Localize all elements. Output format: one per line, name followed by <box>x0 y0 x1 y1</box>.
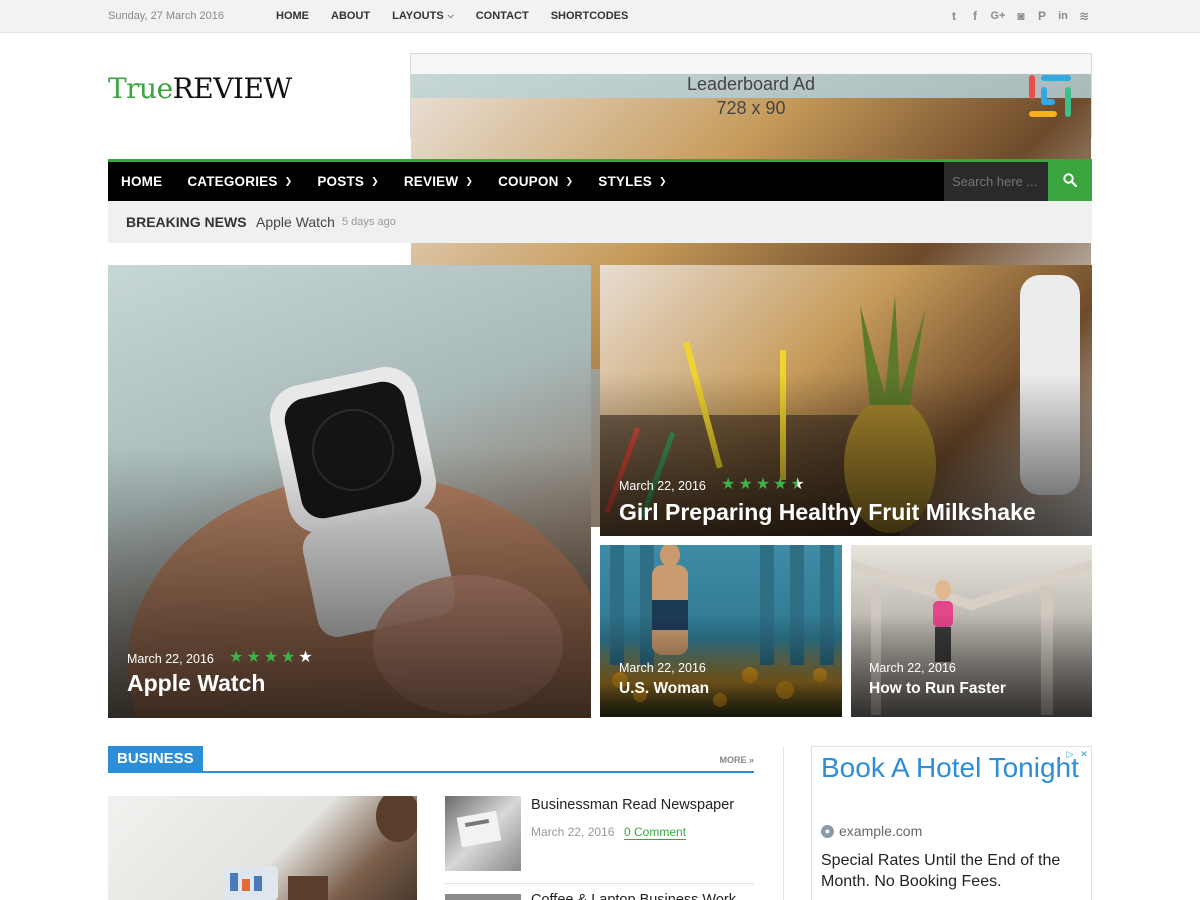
nav-posts-label: POSTS <box>317 174 365 189</box>
top-nav-layouts-label: LAYOUTS <box>392 10 444 22</box>
section-label[interactable]: BUSINESS <box>108 746 203 771</box>
business-laptop-image <box>223 796 417 900</box>
site-logo[interactable]: TrueREVIEW <box>108 72 292 105</box>
sidebar-ad[interactable]: ▷ ✕ Book A Hotel Tonight ● example.com S… <box>811 746 1092 900</box>
top-nav: HOME ABOUT LAYOUTS ⌵ CONTACT SHORTCODES <box>276 10 650 22</box>
search-input[interactable] <box>944 162 1048 201</box>
featured-post-us-woman[interactable]: March 22, 2016 U.S. Woman <box>600 545 842 717</box>
nav-coupon[interactable]: COUPON ❯ <box>485 174 585 189</box>
post-title[interactable]: U.S. Woman <box>619 680 709 698</box>
business-feature-image[interactable] <box>108 796 417 900</box>
nav-styles-label: STYLES <box>598 174 652 189</box>
twitter-icon[interactable]: t <box>948 8 960 24</box>
featured-post-apple-watch[interactable]: March 22, 2016 ★ ★ ★ ★ ★ Apple Watch <box>108 265 591 718</box>
post-date: March 22, 2016 <box>127 652 214 666</box>
chevron-down-icon: ❯ <box>465 176 474 186</box>
top-nav-shortcodes-label: SHORTCODES <box>550 10 629 22</box>
post-title[interactable]: Girl Preparing Healthy Fruit Milkshake <box>619 499 1036 526</box>
top-nav-about-label: ABOUT <box>331 10 371 22</box>
post-date: March 22, 2016 <box>531 825 615 839</box>
top-nav-contact[interactable]: CONTACT <box>476 10 529 22</box>
rating-stars: ★ ★ ★ ★ ★ <box>229 650 313 666</box>
post-thumbnail-newspaper[interactable] <box>445 796 521 871</box>
featured-post-run-faster[interactable]: March 22, 2016 How to Run Faster <box>851 545 1092 717</box>
rating-stars: ★ ★ ★ ★ ★ <box>721 477 805 493</box>
star-filled-icon: ★ <box>721 476 736 493</box>
top-nav-home-label: HOME <box>276 10 309 22</box>
leaderboard-ad[interactable]: Leaderboard Ad 728 x 90 <box>410 53 1092 527</box>
star-filled-icon: ★ <box>229 649 244 666</box>
post-title[interactable]: How to Run Faster <box>869 680 1006 698</box>
ad-headline[interactable]: Book A Hotel Tonight <box>821 753 1079 783</box>
post-date: March 22, 2016 <box>869 661 956 675</box>
search-button[interactable] <box>1048 159 1092 201</box>
post-date: March 22, 2016 <box>619 661 706 675</box>
sidebar-divider <box>783 746 784 900</box>
post-title-link[interactable]: Coffee & Laptop Business Work <box>531 892 754 900</box>
ad-brand-logo-icon <box>1029 75 1071 117</box>
close-icon[interactable]: ✕ <box>1077 747 1091 761</box>
nav-home[interactable]: HOME <box>108 174 174 189</box>
breaking-news-label: BREAKING NEWS <box>126 214 247 230</box>
post-date: March 22, 2016 <box>619 479 706 493</box>
chevron-down-icon: ❯ <box>284 176 293 186</box>
nav-home-label: HOME <box>121 174 163 189</box>
nav-review-label: REVIEW <box>403 174 459 189</box>
star-filled-icon: ★ <box>246 649 261 666</box>
chevron-down-icon: ❯ <box>565 176 574 186</box>
top-bar: Sunday, 27 March 2016 HOME ABOUT LAYOUTS… <box>0 0 1200 33</box>
social-links: t f G+ ◙ P in ≋ <box>948 8 1090 24</box>
nav-review[interactable]: REVIEW ❯ <box>391 174 485 189</box>
nav-posts[interactable]: POSTS ❯ <box>304 174 391 189</box>
list-divider <box>445 883 754 884</box>
ad-description: Special Rates Until the End of the Month… <box>821 852 1061 890</box>
top-nav-layouts[interactable]: LAYOUTS ⌵ <box>392 10 454 22</box>
star-filled-icon: ★ <box>755 476 771 493</box>
chevron-down-icon: ⌵ <box>447 11 454 20</box>
top-nav-home[interactable]: HOME <box>276 10 309 22</box>
nav-categories[interactable]: CATEGORIES ❯ <box>174 174 304 189</box>
post-title-text: Coffee & Laptop Business Work <box>531 892 736 900</box>
post-title[interactable]: Apple Watch <box>127 670 265 697</box>
chevron-down-icon: ❯ <box>371 176 379 186</box>
ad-url[interactable]: ● example.com <box>821 823 922 839</box>
google-plus-icon[interactable]: G+ <box>990 8 1006 24</box>
nav-styles[interactable]: STYLES ❯ <box>585 174 678 189</box>
main-nav: HOME CATEGORIES ❯ POSTS ❯ REVIEW ❯ COUPON ❯ … <box>108 159 1092 201</box>
comment-count-link[interactable]: 0 Comment <box>624 825 687 840</box>
newspaper-image <box>456 810 502 848</box>
logo-part-true: True <box>108 72 173 105</box>
more-link[interactable]: MORE » <box>719 755 754 765</box>
breaking-news-bar: BREAKING NEWS Apple Watch 5 days ago <box>108 201 1092 243</box>
featured-post-milkshake[interactable]: March 22, 2016 ★ ★ ★ ★ ★ Girl Preparing … <box>600 265 1092 536</box>
top-nav-about[interactable]: ABOUT <box>331 10 370 22</box>
post-title-link[interactable]: Businessman Read Newspaper <box>531 797 734 813</box>
globe-icon: ● <box>821 824 834 838</box>
star-filled-icon: ★ <box>281 649 296 666</box>
star-empty-icon: ★ <box>298 649 313 666</box>
breaking-news-link[interactable]: Apple Watch <box>256 214 335 230</box>
ad-url-text: example.com <box>839 823 923 839</box>
top-nav-shortcodes[interactable]: SHORTCODES <box>551 10 629 22</box>
instagram-icon[interactable]: ◙ <box>1015 8 1027 24</box>
pinterest-icon[interactable]: P <box>1036 8 1048 24</box>
business-section-header: BUSINESS MORE » <box>108 746 754 773</box>
breaking-news-time: 5 days ago <box>342 216 396 228</box>
rss-icon[interactable]: ≋ <box>1078 8 1090 24</box>
current-date: Sunday, 27 March 2016 <box>108 10 224 22</box>
linkedin-icon[interactable]: in <box>1057 8 1069 24</box>
nav-coupon-label: COUPON <box>498 174 559 189</box>
star-filled-icon: ★ <box>738 476 753 493</box>
post-thumbnail-coffee[interactable] <box>445 894 521 900</box>
facebook-icon[interactable]: f <box>969 8 981 24</box>
top-nav-contact-label: CONTACT <box>475 10 529 22</box>
search-icon <box>1063 173 1077 187</box>
star-half-icon: ★ <box>790 476 805 493</box>
logo-part-review: REVIEW <box>172 72 293 105</box>
star-filled-icon: ★ <box>773 476 788 493</box>
star-filled-icon: ★ <box>263 649 279 666</box>
chevron-down-icon: ❯ <box>659 176 667 186</box>
nav-categories-label: CATEGORIES <box>187 174 278 189</box>
